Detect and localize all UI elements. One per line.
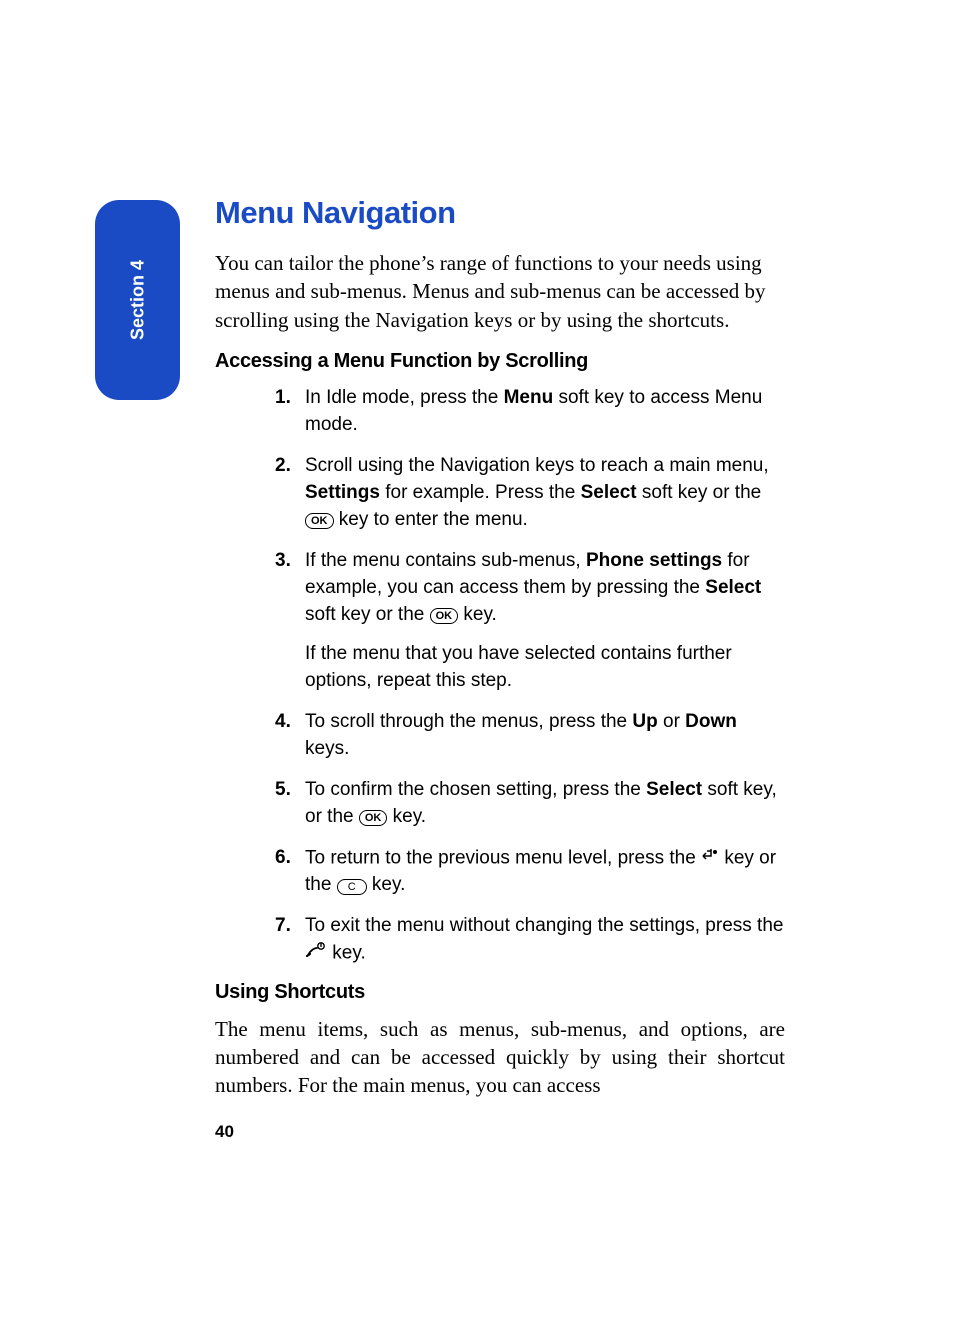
back-key-icon xyxy=(701,845,719,872)
step-3-extra: If the menu that you have selected conta… xyxy=(305,641,785,695)
step-1: 1.In Idle mode, press the Menu soft key … xyxy=(275,385,785,439)
section-tab: Section 4 xyxy=(95,200,180,400)
step-3: 3.If the menu contains sub-menus, Phone … xyxy=(275,548,785,695)
ok-key-icon: OK xyxy=(430,608,459,624)
step-5: 5.To confirm the chosen setting, press t… xyxy=(275,777,785,831)
step-7: 7.To exit the menu without changing the … xyxy=(275,913,785,967)
steps-list: 1.In Idle mode, press the Menu soft key … xyxy=(215,385,785,967)
ok-key-icon: OK xyxy=(359,810,388,826)
end-key-icon xyxy=(305,940,327,967)
ok-key-icon: OK xyxy=(305,513,334,529)
c-key-icon: C xyxy=(337,879,367,895)
page-title: Menu Navigation xyxy=(215,195,785,231)
subheading-shortcuts: Using Shortcuts xyxy=(215,981,785,1004)
intro-paragraph: You can tailor the phone’s range of func… xyxy=(215,249,785,334)
step-2: 2.Scroll using the Navigation keys to re… xyxy=(275,453,785,534)
step-4: 4.To scroll through the menus, press the… xyxy=(275,709,785,763)
page-number: 40 xyxy=(215,1122,234,1142)
shortcuts-paragraph: The menu items, such as menus, sub-menus… xyxy=(215,1016,785,1099)
page-content: Menu Navigation You can tailor the phone… xyxy=(215,195,785,1100)
subheading-scrolling: Accessing a Menu Function by Scrolling xyxy=(215,350,785,373)
section-tab-label: Section 4 xyxy=(127,260,148,340)
step-6: 6.To return to the previous menu level, … xyxy=(275,845,785,899)
